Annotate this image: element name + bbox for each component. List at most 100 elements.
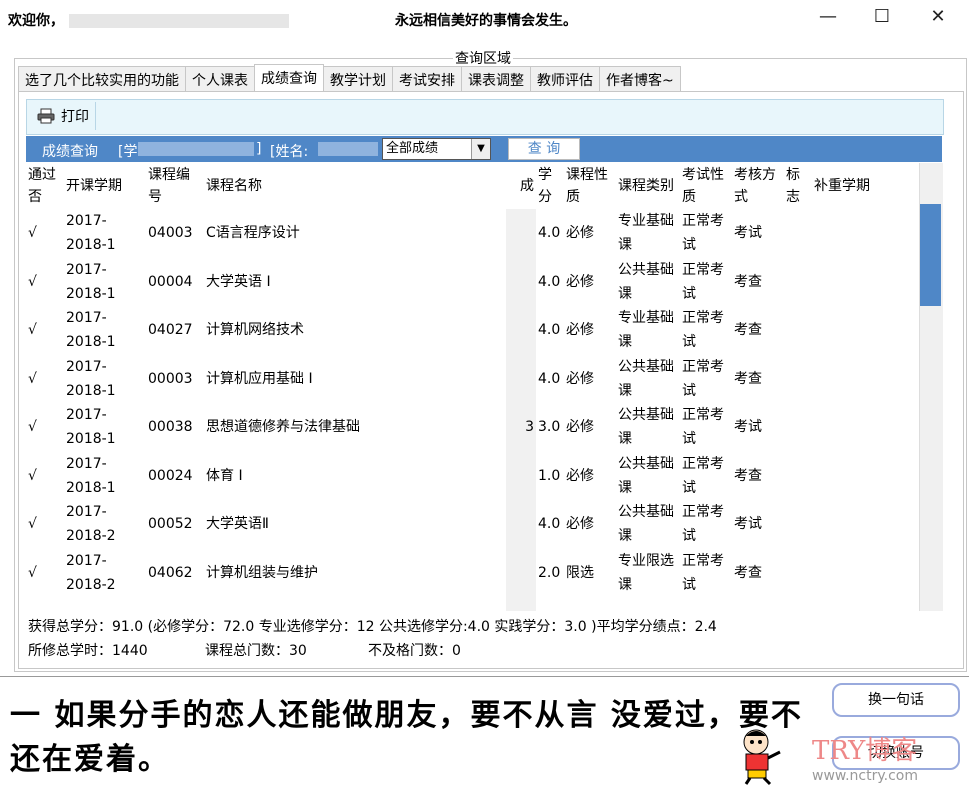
table-cell-exam: 正常考试 — [682, 358, 724, 399]
table-cell-term: 2017-2018-1 — [66, 261, 116, 302]
table-row[interactable]: √ 2017-2018-2 00052 大学英语Ⅱ 4.0 必修 公共基础课 正常考试 考试 — [26, 500, 892, 549]
column-header[interactable]: 标志 — [784, 163, 812, 209]
table-cell-category: 实践类课 — [616, 597, 680, 611]
table-cell-name: 大学英语 I — [206, 273, 271, 290]
redacted-user-name — [68, 14, 289, 28]
table-cell-pass: √ — [28, 225, 37, 242]
table-cell-exam: 正常考试 — [682, 407, 724, 448]
tab-exam-schedule[interactable]: 考试安排 — [392, 66, 462, 92]
tab-timetable[interactable]: 个人课表 — [185, 66, 255, 92]
table-cell-score — [506, 209, 536, 258]
table-cell-term: 2017-2018-1 — [66, 407, 116, 448]
column-header[interactable]: 通过否 — [26, 163, 64, 209]
table-cell-pass: √ — [28, 322, 37, 339]
table-row[interactable]: √ 2017-2018-1 00038 思想道德修养与法律基础 3 3.0 必修 公共基础课正… — [26, 403, 892, 452]
table-cell-term: 2017-2018-1 — [66, 310, 116, 351]
table-cell-score — [506, 548, 536, 597]
table-cell-category: 公共基础课 — [618, 407, 674, 448]
table-row[interactable]: √ 2017-2018-2 04062 计算机组装与维护 2.0 限选 专业限选课 正常考试考… — [26, 548, 892, 598]
table-cell-assess: 考试 — [734, 516, 762, 533]
table-cell-retake — [812, 549, 892, 598]
student-no-bracket: ] — [256, 141, 262, 157]
name-label: [姓名: — [270, 144, 309, 160]
table-header-row: 通过否 开课学期 课程编号 课程名称 成 学分 课程性质 课程类别 考试性质 考… — [26, 163, 892, 209]
minimize-icon[interactable]: — — [806, 2, 850, 32]
column-header[interactable]: 课程编号 — [146, 163, 204, 209]
search-bar: 成绩查询 [学 ] [姓名: 全部成绩 ▼ 查 询 — [26, 136, 942, 162]
column-header[interactable]: 开课学期 — [64, 163, 146, 209]
grades-table: 通过否 开课学期 课程编号 课程名称 成 学分 课程性质 课程类别 考试性质 考… — [26, 163, 919, 611]
column-header[interactable]: 课程名称 — [204, 163, 506, 209]
table-cell-nature: 必修 — [566, 419, 594, 436]
table-cell-term: 2017-2018-2 — [66, 552, 116, 593]
search-title: 成绩查询 — [42, 144, 98, 160]
tab-grade-query[interactable]: 成绩查询 — [254, 64, 324, 92]
table-cell-term: 2017-2018-1 — [66, 455, 116, 496]
table-cell-exam: 正常考试 — [682, 504, 724, 545]
table-cell-score — [506, 451, 536, 500]
print-label: 打印 — [61, 109, 89, 125]
welcome-label: 欢迎你， — [8, 13, 64, 29]
table-cell-pass: √ — [28, 516, 37, 533]
print-button[interactable]: 打印 — [31, 102, 96, 130]
grade-filter-select[interactable]: 全部成绩 ▼ — [382, 138, 491, 160]
table-cell-pass: √ — [28, 370, 37, 387]
table-cell-credit: 3.0 — [538, 419, 561, 436]
table-cell-name: 思想道德修养与法律基础 — [206, 419, 360, 436]
table-cell-credit: 4.0 — [538, 273, 561, 290]
column-header[interactable]: 补重学期 — [812, 163, 892, 209]
column-header[interactable]: 成 — [506, 163, 536, 209]
column-header[interactable]: 考试性质 — [680, 163, 732, 209]
tab-author-blog[interactable]: 作者博客~ — [599, 66, 681, 92]
tab-teacher-evaluation[interactable]: 教师评估 — [530, 66, 600, 92]
table-row[interactable]: 2017- 实践类课正常考 — [26, 597, 892, 611]
tab-teaching-plan[interactable]: 教学计划 — [323, 66, 393, 92]
table-cell-flag — [784, 355, 812, 404]
table-cell-credit: 4.0 — [538, 322, 561, 339]
next-quote-button[interactable]: 换一句话 — [832, 683, 960, 717]
table-cell-credit: 1.0 — [538, 467, 561, 484]
table-cell-pass: √ — [28, 564, 37, 581]
divider — [0, 676, 969, 677]
table-row[interactable]: √ 2017-2018-1 04027 计算机网络技术 4.0 必修 专业基础课 正常考试 考查 — [26, 306, 892, 355]
tab-features[interactable]: 选了几个比较实用的功能 — [18, 66, 186, 92]
column-header[interactable]: 考核方式 — [732, 163, 784, 209]
table-cell-assess: 考查 — [734, 467, 762, 484]
table-cell-credit: 2.0 — [538, 564, 561, 581]
table-cell-score — [506, 306, 536, 355]
query-button[interactable]: 查 询 — [508, 138, 580, 160]
table-cell-code: 00003 — [148, 370, 193, 387]
quote-text: 一 如果分手的恋人还能做朋友，要不从言 没爱过，要不还在爱着。 — [10, 698, 803, 777]
tab-timetable-adjust[interactable]: 课表调整 — [461, 66, 531, 92]
tab-bar: 选了几个比较实用的功能 个人课表 成绩查询 教学计划 考试安排 课表调整 教师评… — [18, 64, 681, 92]
table-row[interactable]: √ 2017-2018-1 00003 计算机应用基础 I 4.0 必修 公共基础课 正常考试… — [26, 354, 892, 404]
watermark-url: www.nctry.com — [812, 768, 918, 784]
table-row[interactable]: √ 2017-2018-1 00004 大学英语 I 4.0 必修 公共基础课 正常考试 考查 — [26, 257, 892, 306]
close-icon[interactable]: ✕ — [916, 2, 960, 32]
welcome-text: 欢迎你， — [8, 10, 289, 30]
title-bar: 欢迎你， 永远相信美好的事情会发生。 — ☐ ✕ — [0, 0, 969, 36]
maximize-icon[interactable]: ☐ — [860, 2, 904, 32]
scrollbar-thumb[interactable] — [920, 204, 941, 306]
table-cell-category: 公共基础课 — [618, 455, 674, 496]
column-header[interactable]: 课程类别 — [616, 163, 680, 209]
table-cell-assess: 考试 — [734, 225, 762, 242]
table-cell-code: 00052 — [148, 516, 193, 533]
table-cell-pass: √ — [28, 467, 37, 484]
chevron-down-icon[interactable]: ▼ — [471, 139, 490, 159]
table-cell-credit: 4.0 — [538, 225, 561, 242]
table-cell-retake — [812, 403, 892, 452]
table-body: √ 2017-2018-1 04003 C语言程序设计 4.0 必修 专业基础课 正常考试 考试… — [26, 209, 892, 611]
table-cell-term: 2017- — [64, 597, 146, 611]
table-cell-flag — [784, 452, 812, 501]
table-row[interactable]: √ 2017-2018-1 00024 体育 I 1.0 必修 公共基础课 正常考试 考查 — [26, 451, 892, 501]
table-cell-exam: 正常考试 — [682, 310, 724, 351]
column-header[interactable]: 课程性质 — [564, 163, 616, 209]
credit-summary: 获得总学分：91.0 (必修学分：72.0 专业选修学分：12 公共选修学分:4… — [28, 619, 717, 635]
table-row[interactable]: √ 2017-2018-1 04003 C语言程序设计 4.0 必修 专业基础课 正常考试 考试 — [26, 209, 892, 258]
printer-icon — [37, 108, 55, 124]
table-cell-credit: 4.0 — [538, 516, 561, 533]
column-header[interactable]: 学分 — [536, 163, 564, 209]
table-cell-category: 专业基础课 — [618, 213, 674, 254]
table-cell-flag — [784, 306, 812, 355]
